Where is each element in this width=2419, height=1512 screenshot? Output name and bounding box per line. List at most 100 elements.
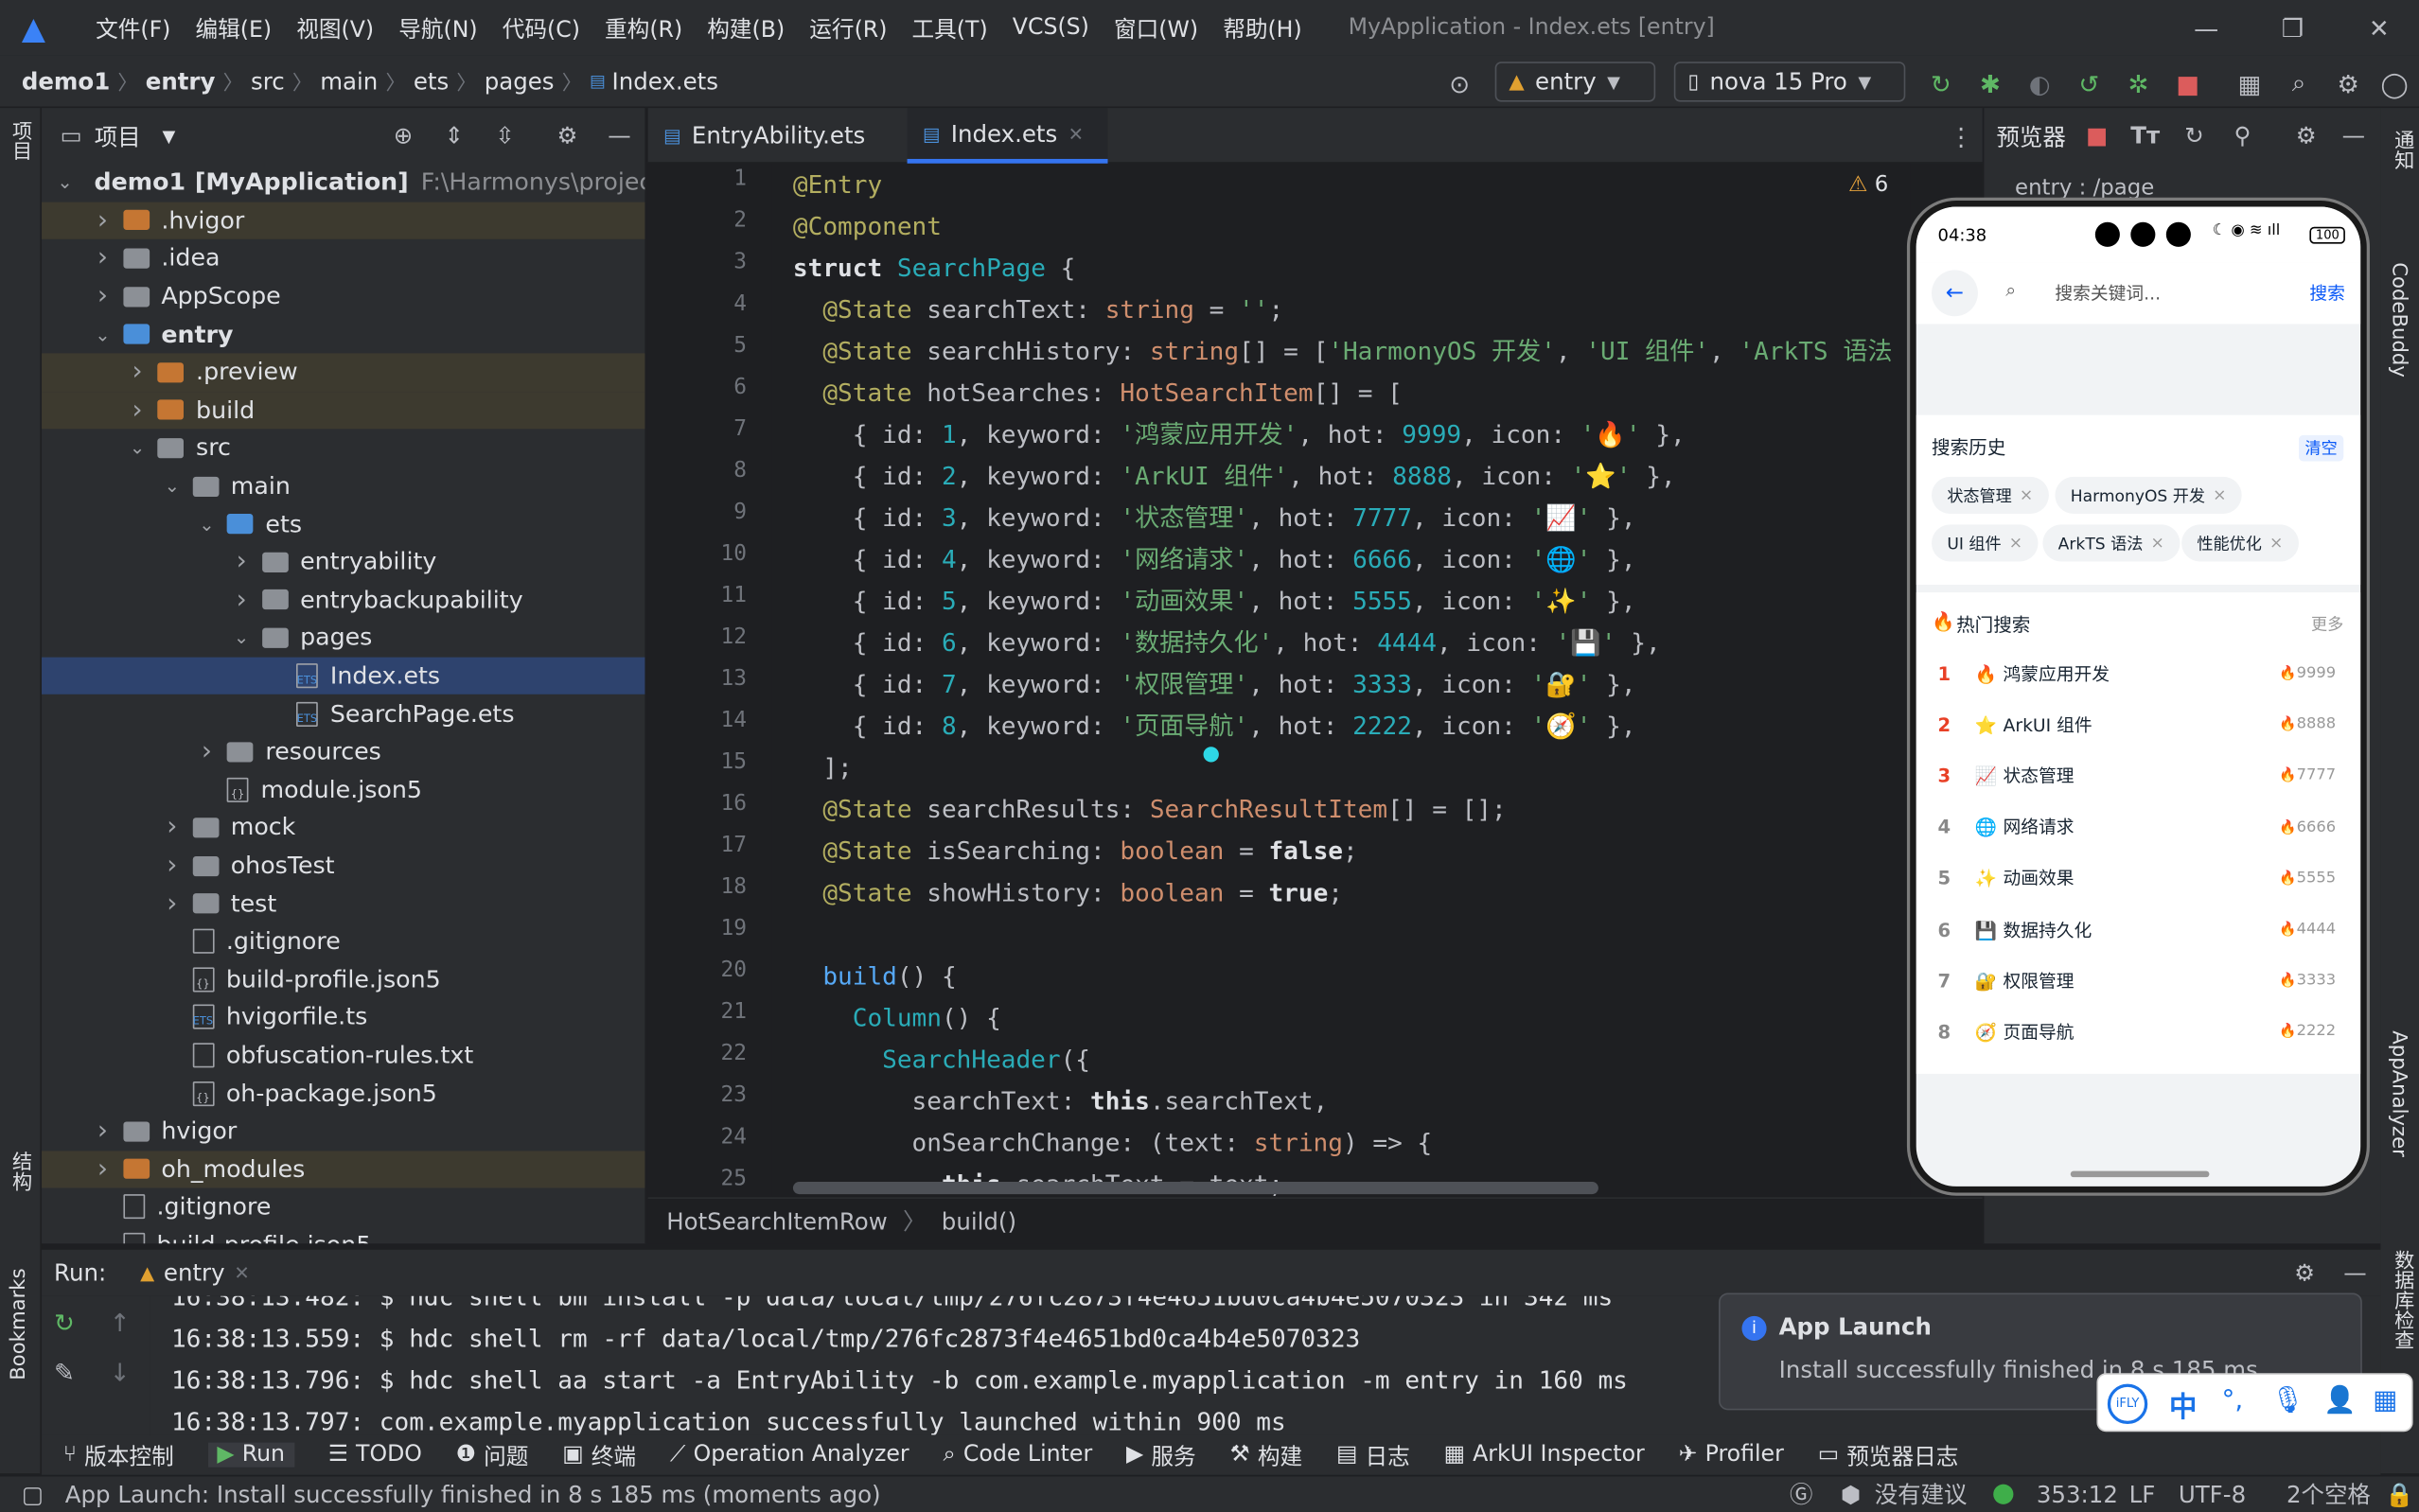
hide-panel-icon[interactable]: — (2342, 122, 2365, 149)
tree-item[interactable]: › resources (42, 733, 644, 771)
stop-icon[interactable]: ■ (2172, 68, 2203, 99)
hot-search-row[interactable]: 2 ⭐ ArkUI 组件 🔥8888 (1938, 699, 2352, 750)
tree-item[interactable]: › test (42, 885, 644, 923)
settings-icon[interactable]: ⚙ (2333, 68, 2364, 99)
tool-structure[interactable]: 结构 (8, 1151, 34, 1190)
tw-code-linter[interactable]: ⌕ Code Linter (943, 1443, 1092, 1468)
breadcrumb-pages[interactable]: pages (485, 67, 555, 95)
remove-icon[interactable]: × (2020, 486, 2033, 505)
debug-icon[interactable]: ✱ (1975, 68, 2006, 99)
scroll-down-icon[interactable]: ↓ (110, 1358, 131, 1387)
tree-item[interactable]: .gitignore (42, 923, 644, 960)
hot-search-row[interactable]: 6 💾 数据持久化 🔥4444 (1938, 905, 2352, 956)
tree-item[interactable]: › hvigor (42, 1113, 644, 1151)
hide-panel-icon[interactable]: — (608, 122, 630, 149)
remove-icon[interactable]: × (2213, 486, 2226, 505)
gear-icon[interactable]: ⚙ (557, 122, 578, 149)
indent-setting[interactable]: 2个空格 (2287, 1478, 2371, 1510)
menu-view[interactable]: 视图(V) (284, 11, 386, 44)
chevron-right-icon[interactable]: › (127, 357, 149, 388)
run-tab[interactable]: ▲ entry ✕ (140, 1259, 250, 1287)
chevron-right-icon[interactable]: › (92, 243, 114, 274)
close-tab-icon[interactable]: ✕ (234, 1262, 249, 1284)
history-chip[interactable]: HarmonyOS 开发 × (2055, 476, 2242, 514)
chevron-down-icon[interactable]: ⌄ (92, 324, 114, 345)
ime-toolbar[interactable]: iFLY 中 °, 🎙 👤 ▦ (2096, 1373, 2413, 1433)
chevron-right-icon[interactable]: › (161, 851, 183, 882)
stop-preview-icon[interactable]: ■ (2086, 122, 2108, 149)
tree-item[interactable]: {} module.json5 (42, 771, 644, 809)
tool-bookmarks[interactable]: Bookmarks (8, 1268, 34, 1380)
hot-search-row[interactable]: 4 🌐 网络请求 🔥6666 (1938, 801, 2352, 853)
close-tab-icon[interactable]: ✕ (1068, 123, 1084, 145)
tree-item[interactable]: ⌄ main (42, 467, 644, 505)
chevron-right-icon[interactable]: › (161, 812, 183, 843)
gear-icon[interactable]: ⚙ (2294, 1259, 2315, 1287)
remove-icon[interactable]: × (2269, 534, 2283, 553)
more-tabs-icon[interactable]: ⋮ (1949, 122, 1973, 151)
tw-log[interactable]: ▤ 日志 (1336, 1439, 1410, 1471)
ime-lang[interactable]: 中 (2169, 1385, 2197, 1425)
target-icon[interactable]: ⊙ (1444, 68, 1475, 99)
tree-item[interactable]: ⌄ pages (42, 619, 644, 657)
tree-item[interactable]: › AppScope (42, 277, 644, 315)
tree-item[interactable]: ⌄ entry (42, 315, 644, 353)
project-structure-icon[interactable]: ▦ (2234, 68, 2266, 99)
tree-item[interactable]: ⌄ demo1 [MyApplication] F:\Harmonys\project… (42, 164, 644, 202)
chevron-down-icon[interactable]: ▼ (163, 126, 176, 146)
project-panel-title[interactable]: 项目 (95, 119, 141, 151)
tool-notifications[interactable]: 通知 (2387, 130, 2416, 169)
tree-item[interactable]: › build (42, 391, 645, 430)
gear-icon[interactable]: ⚙ (2296, 122, 2317, 149)
tw-run[interactable]: ▶ Run (207, 1442, 294, 1468)
breadcrumb-main[interactable]: main (320, 67, 378, 95)
tree-item[interactable]: {} build-profile.json5 (42, 1226, 644, 1244)
menu-navigate[interactable]: 导航(N) (386, 11, 490, 44)
breadcrumb-src[interactable]: src (251, 67, 285, 95)
tree-item[interactable]: › mock (42, 809, 644, 847)
font-icon[interactable]: Tт (2130, 122, 2160, 149)
history-chip[interactable]: 性能优化 × (2181, 524, 2299, 562)
wrench-icon[interactable]: ✎ (54, 1358, 75, 1387)
lock-icon[interactable]: 🔒 (2385, 1481, 2413, 1508)
breadcrumb-ets[interactable]: ets (414, 67, 449, 95)
status-message[interactable]: App Launch: Install successfully finishe… (65, 1481, 881, 1508)
phone-preview[interactable]: 04:38 ☾ ◉ ≋ ıll 100 ← ⌕ 搜索关键词... 搜索 搜索历史… (1910, 200, 2367, 1193)
tree-item[interactable]: › .preview (42, 353, 645, 392)
code-crumb-method[interactable]: build() (942, 1207, 1016, 1235)
chevron-right-icon[interactable]: › (161, 888, 183, 920)
rerun-icon[interactable]: ↻ (54, 1309, 75, 1338)
tree-item[interactable]: › .idea (42, 239, 644, 277)
search-button[interactable]: 搜索 (2309, 281, 2344, 306)
hide-panel-icon[interactable]: — (2343, 1259, 2366, 1287)
user-icon[interactable]: 👤 (2323, 1385, 2357, 1416)
hot-search-row[interactable]: 5 ✨ 动画效果 🔥5555 (1938, 853, 2352, 904)
tw-profiler[interactable]: ✈ Profiler (1679, 1443, 1784, 1468)
more-button[interactable]: 更多 (2311, 612, 2343, 635)
chevron-right-icon[interactable]: › (92, 281, 114, 312)
tree-item[interactable]: obfuscation-rules.txt (42, 1036, 644, 1074)
tree-item[interactable]: ETS Index.ets (42, 657, 645, 695)
back-icon[interactable]: ← (1932, 270, 1978, 317)
line-separator[interactable]: LF (2129, 1481, 2156, 1508)
warnings-indicator[interactable]: ⚠ 6 (1848, 173, 1888, 198)
menu-window[interactable]: 窗口(W) (1102, 11, 1210, 44)
chevron-right-icon[interactable]: › (196, 736, 218, 767)
chevron-down-icon[interactable]: ⌄ (127, 437, 149, 459)
tab-index[interactable]: ▤ Index.ets ✕ (907, 108, 1108, 164)
chevron-right-icon[interactable]: › (92, 1116, 114, 1147)
tw-build[interactable]: ⚒ 构建 (1230, 1439, 1303, 1471)
locate-icon[interactable]: ⊕ (394, 122, 414, 149)
tool-database[interactable]: 数据库检查 (2387, 1250, 2416, 1350)
menu-edit[interactable]: 编辑(E) (183, 11, 284, 44)
tw-operation-analyzer[interactable]: ⟋ Operation Analyzer (670, 1443, 909, 1468)
clear-history-button[interactable]: 清空 (2298, 434, 2344, 462)
refresh-icon[interactable]: ↻ (2184, 122, 2204, 149)
hot-search-row[interactable]: 1 🔥 鸿蒙应用开发 🔥9999 (1938, 648, 2352, 699)
ifly-icon[interactable]: iFLY (2107, 1383, 2148, 1425)
chevron-right-icon[interactable]: › (92, 1154, 114, 1186)
breadcrumb-project[interactable]: demo1 (22, 67, 110, 95)
run-config-select[interactable]: ▲ entry ▼ (1494, 62, 1656, 102)
tw-todo[interactable]: ☰ TODO (328, 1443, 422, 1468)
tw-terminal[interactable]: ▣ 终端 (562, 1439, 636, 1471)
